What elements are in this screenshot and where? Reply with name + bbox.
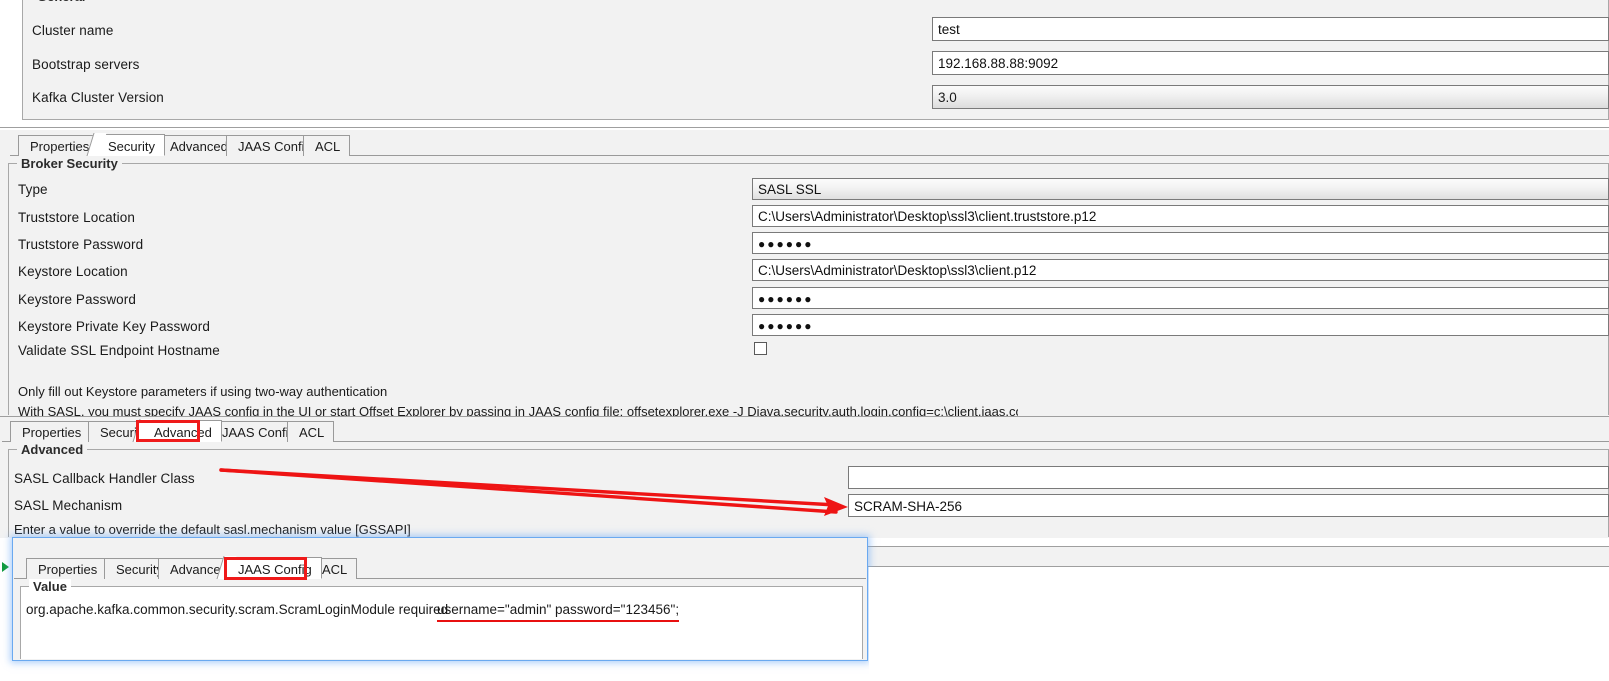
tab-advanced-label: Advanced [170, 139, 228, 154]
jaas-tab-jaas-config[interactable]: JAAS Config [226, 557, 322, 579]
adv-tab-advanced[interactable]: Advanced [142, 420, 222, 442]
keystore-password-input[interactable]: ●●●●●● [752, 287, 1609, 309]
keystore-location-input[interactable]: C:\Users\Administrator\Desktop\ssl3\clie… [752, 259, 1609, 281]
sasl-mechanism-input[interactable]: SCRAM-SHA-256 [848, 494, 1609, 517]
tab-jaas-config-label: JAAS Config [238, 139, 312, 154]
label-cluster-name: Cluster name [32, 23, 114, 38]
tab-security-label: Security [108, 139, 155, 154]
jaas-tab-security-label: Security [116, 562, 163, 577]
adv-tab-acl-label: ACL [299, 425, 325, 440]
jaas-tab-jaas-config-label: JAAS Config [238, 562, 312, 577]
adv-tab-advanced-label: Advanced [154, 425, 212, 440]
keystore-private-key-password-input[interactable]: ●●●●●● [752, 314, 1609, 336]
label-keystore-location: Keystore Location [18, 264, 128, 279]
advanced-panel-tabstrip: Properties Security Advanced JAAS Config… [2, 420, 1609, 442]
security-hint-line-1: Only fill out Keystore parameters if usi… [18, 384, 388, 399]
truststore-location-input[interactable]: C:\Users\Administrator\Desktop\ssl3\clie… [752, 205, 1609, 227]
label-truststore-password: Truststore Password [18, 237, 144, 252]
label-validate-ssl-endpoint-hostname: Validate SSL Endpoint Hostname [18, 343, 220, 358]
adv-tab-properties-label: Properties [22, 425, 82, 440]
truststore-password-input[interactable]: ●●●●●● [752, 232, 1609, 254]
general-bottom-separator [0, 127, 1609, 128]
jaas-tab-properties[interactable]: Properties [26, 558, 108, 579]
jaas-value-group-title: Value [29, 579, 71, 594]
label-keystore-private-key-password: Keystore Private Key Password [18, 319, 210, 334]
bootstrap-servers-input[interactable]: 192.168.88.88:9092 [932, 51, 1609, 75]
tree-expander-icon[interactable] [2, 562, 9, 572]
adv-tab-acl[interactable]: ACL [287, 421, 335, 442]
label-sasl-mechanism: SASL Mechanism [14, 498, 123, 513]
advanced-group-title: Advanced [17, 442, 88, 457]
jaas-tab-acl-label: ACL [322, 562, 348, 577]
general-group-title: General [33, 0, 90, 4]
jaas-value-credentials: username="admin" password="123456"; [437, 602, 680, 617]
label-security-type: Type [18, 182, 48, 197]
broker-security-group-title: Broker Security [17, 156, 122, 171]
jaas-right-empty-area [869, 567, 1609, 681]
security-panel-tabstrip: Properties Security Advanced JAAS Config… [10, 134, 1609, 156]
tab-properties-label: Properties [30, 139, 90, 154]
label-keystore-password: Keystore Password [18, 292, 136, 307]
validate-ssl-endpoint-hostname-checkbox[interactable] [754, 342, 767, 355]
label-sasl-callback-handler-class: SASL Callback Handler Class [14, 471, 195, 486]
security-hint-line-2: With SASL, you must specify JAAS config … [18, 404, 1018, 416]
label-bootstrap-servers: Bootstrap servers [32, 57, 140, 72]
kafka-cluster-version-input[interactable]: 3.0 [932, 85, 1609, 109]
sasl-callback-handler-class-input[interactable] [848, 466, 1609, 489]
label-truststore-location: Truststore Location [18, 210, 135, 225]
jaas-value-groupbox: Value [20, 579, 863, 659]
tab-acl-label: ACL [315, 139, 341, 154]
jaas-tab-properties-label: Properties [38, 562, 98, 577]
cluster-name-input[interactable]: test [932, 17, 1609, 41]
security-type-select[interactable]: SASL SSL [752, 178, 1609, 200]
jaas-outer-strip [868, 547, 1609, 566]
tab-acl[interactable]: ACL [303, 135, 351, 156]
jaas-value-prefix: org.apache.kafka.common.security.scram.S… [26, 602, 449, 617]
advanced-hint-line: Enter a value to override the default sa… [14, 522, 411, 537]
jaas-panel-tabstrip: Properties Security Advanced JAAS Config… [14, 557, 866, 579]
offset-explorer-cluster-settings-screenshot: General Cluster name Bootstrap servers K… [0, 0, 1609, 681]
label-kafka-cluster-version: Kafka Cluster Version [32, 90, 164, 105]
underline-jaas-credentials [437, 620, 679, 622]
tab-security[interactable]: Security [96, 134, 165, 156]
adv-tab-properties[interactable]: Properties [10, 421, 92, 442]
adv-tab-jaas-config-label: JAAS Config [222, 425, 296, 440]
